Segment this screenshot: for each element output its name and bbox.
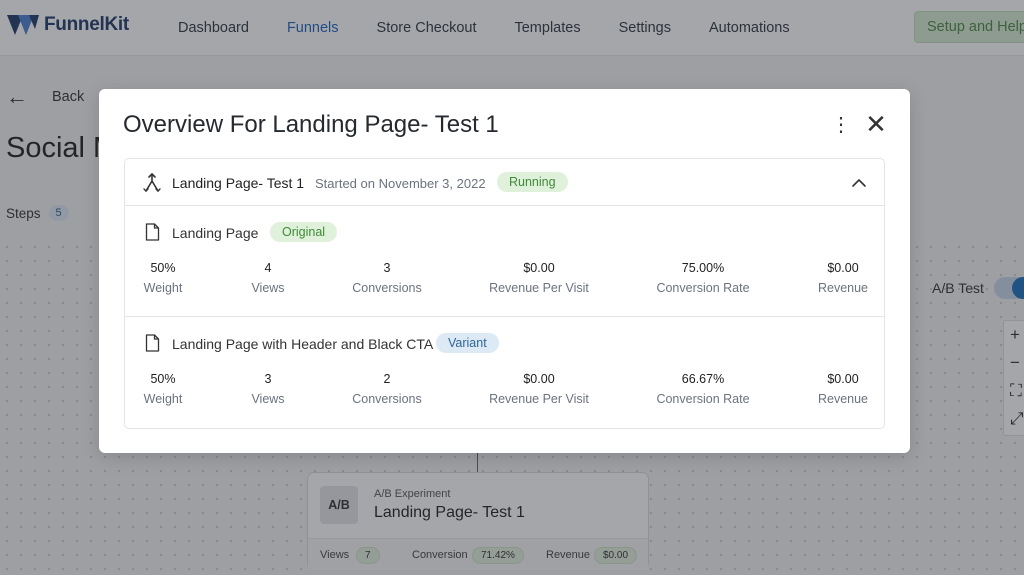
experiment-name: Landing Page- Test 1 xyxy=(172,175,305,191)
experiment-header[interactable]: Landing Page- Test 1 Started on November… xyxy=(125,159,884,206)
kebab-menu-icon[interactable]: ⋮ xyxy=(831,113,851,137)
file-icon xyxy=(145,334,160,352)
modal-title: Overview For Landing Page- Test 1 xyxy=(123,111,499,138)
stat-weight: 50% Weight xyxy=(143,261,183,295)
close-icon[interactable]: ✕ xyxy=(863,110,889,138)
original-badge: Original xyxy=(270,222,338,242)
stat-conversions: 3 Conversions xyxy=(352,261,422,295)
chevron-up-icon[interactable] xyxy=(849,173,869,193)
variant-row-variant: Landing Page with Header and Black CTA V… xyxy=(125,317,884,428)
stat-conversion-rate: 75.00% Conversion Rate xyxy=(656,261,750,295)
variant-badge: Variant xyxy=(436,333,499,353)
stat-revenue-per-visit: $0.00 Revenue Per Visit xyxy=(489,261,589,295)
stat-weight: 50% Weight xyxy=(143,372,183,406)
variant-row-original: Landing Page Original 50% Weight 4 Views 3… xyxy=(125,206,884,317)
stat-views: 4 Views xyxy=(251,261,285,295)
stat-views: 3 Views xyxy=(251,372,285,406)
experiment-panel: Landing Page- Test 1 Started on November… xyxy=(124,158,885,429)
overview-modal: Overview For Landing Page- Test 1 ⋮ ✕ La… xyxy=(99,89,910,453)
experiment-start-date: Started on November 3, 2022 xyxy=(315,176,486,191)
stat-revenue-per-visit: $0.00 Revenue Per Visit xyxy=(489,372,589,406)
stat-conversions: 2 Conversions xyxy=(352,372,422,406)
file-icon xyxy=(145,223,160,241)
variant-name: Landing Page with Header and Black CTA xyxy=(172,336,434,352)
variant-name: Landing Page xyxy=(172,225,259,241)
ab-split-icon xyxy=(143,173,161,192)
stat-revenue: $0.00 Revenue xyxy=(817,261,869,295)
stat-revenue: $0.00 Revenue xyxy=(817,372,869,406)
status-badge: Running xyxy=(497,172,568,192)
stat-conversion-rate: 66.67% Conversion Rate xyxy=(656,372,750,406)
